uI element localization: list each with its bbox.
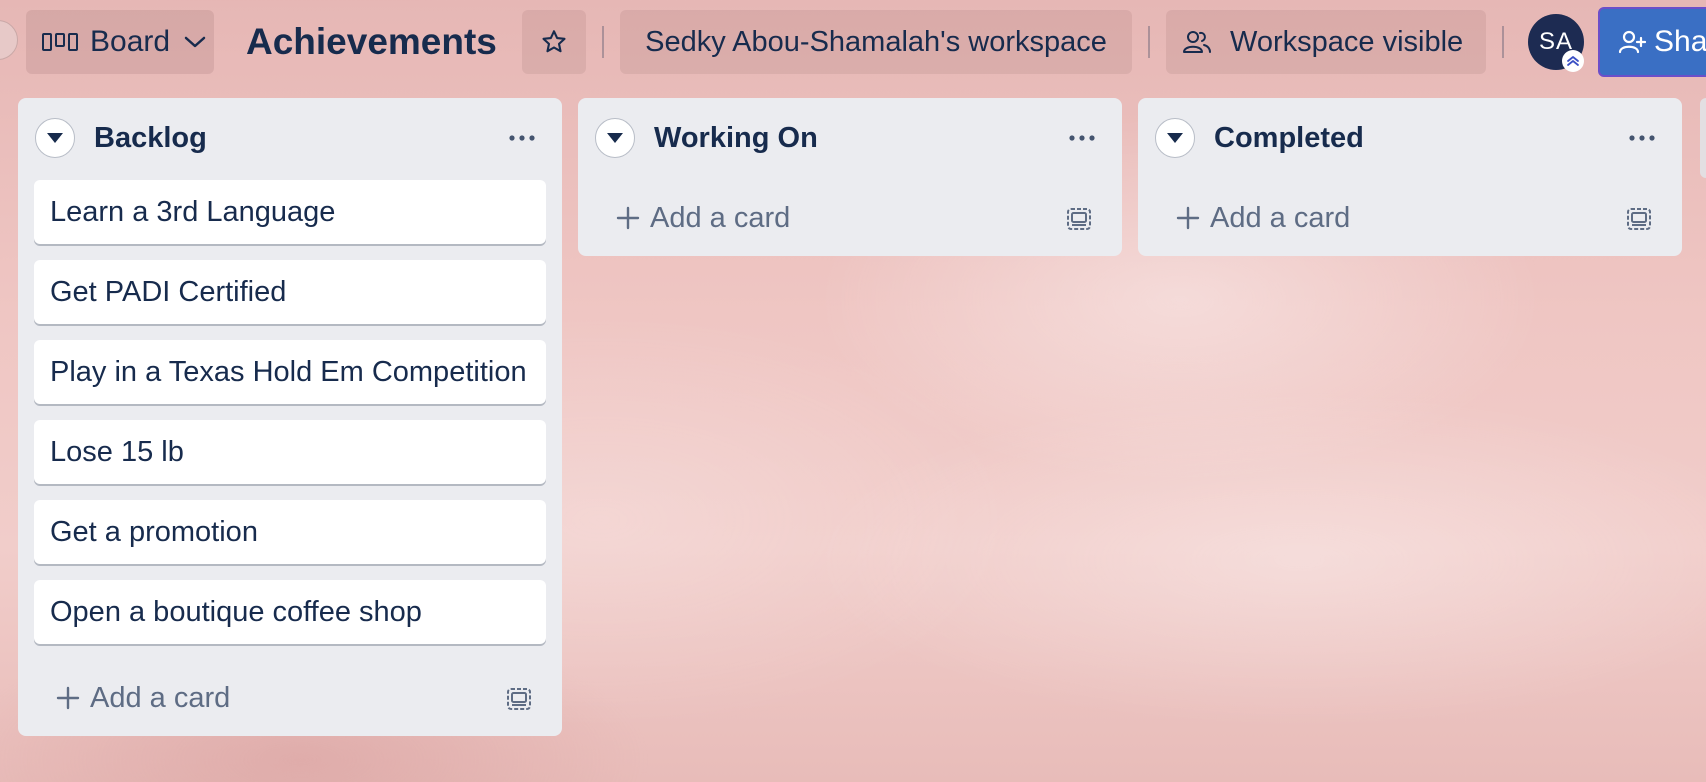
caret-down-icon — [607, 133, 623, 143]
board-header: Board Achievements Sedky Abou-Shamalah's… — [0, 0, 1706, 84]
card[interactable]: Get PADI Certified — [34, 260, 546, 324]
list-working-on: Working On Add a card — [578, 98, 1122, 256]
star-board-button[interactable] — [522, 10, 586, 74]
create-from-template-button[interactable] — [504, 684, 534, 714]
view-switcher-label: Board — [90, 25, 171, 58]
create-from-template-button[interactable] — [1064, 204, 1094, 234]
header-divider — [1148, 26, 1150, 58]
plus-icon — [56, 686, 80, 710]
card[interactable]: Lose 15 lb — [34, 420, 546, 484]
plus-icon — [1176, 206, 1200, 230]
more-icon — [1629, 135, 1655, 141]
caret-down-icon — [47, 133, 63, 143]
add-card-label: Add a card — [650, 201, 791, 234]
create-from-template-button[interactable] — [1624, 204, 1654, 234]
template-icon — [1627, 208, 1651, 230]
add-card-row: Add a card — [18, 660, 562, 736]
workspace-button[interactable]: Sedky Abou-Shamalah's workspace — [620, 10, 1132, 74]
list-title[interactable]: Backlog — [94, 120, 207, 156]
add-card-label: Add a card — [1210, 201, 1351, 234]
plus-icon — [616, 206, 640, 230]
add-card-row: Add a card — [578, 180, 1122, 256]
collapse-list-button[interactable] — [595, 118, 635, 158]
caret-down-icon — [1167, 133, 1183, 143]
list-completed: Completed Add a card — [1138, 98, 1682, 256]
list-menu-button[interactable] — [1622, 122, 1662, 154]
card-list: Learn a 3rd Language Get PADI Certified … — [18, 180, 562, 644]
card[interactable]: Get a promotion — [34, 500, 546, 564]
list-header: Backlog — [18, 98, 562, 180]
add-card-button[interactable]: Add a card — [56, 678, 230, 718]
share-label: Sha — [1654, 25, 1706, 58]
view-switcher-button[interactable]: Board — [26, 10, 214, 74]
admin-badge-icon — [1562, 50, 1584, 72]
star-icon — [542, 30, 566, 53]
add-person-icon — [1618, 30, 1646, 54]
template-icon — [507, 688, 531, 710]
share-button[interactable]: Sha — [1598, 7, 1706, 77]
board-title[interactable]: Achievements — [246, 18, 497, 66]
list-header: Working On — [578, 98, 1122, 180]
collapse-list-button[interactable] — [1155, 118, 1195, 158]
card[interactable]: Open a boutique coffee shop — [34, 580, 546, 644]
header-divider — [602, 26, 604, 58]
list-menu-button[interactable] — [1062, 122, 1102, 154]
list-menu-button[interactable] — [502, 122, 542, 154]
list-backlog: Backlog Learn a 3rd Language Get PADI Ce… — [18, 98, 562, 736]
chevron-down-icon — [184, 36, 206, 48]
card[interactable]: Learn a 3rd Language — [34, 180, 546, 244]
visibility-button[interactable]: Workspace visible — [1166, 10, 1486, 74]
header-divider — [1502, 26, 1504, 58]
visibility-label: Workspace visible — [1230, 25, 1464, 58]
list-header: Completed — [1138, 98, 1682, 180]
add-card-button[interactable]: Add a card — [1176, 198, 1350, 238]
add-card-row: Add a card — [1138, 180, 1682, 256]
add-card-button[interactable]: Add a card — [616, 198, 790, 238]
collapse-list-button[interactable] — [35, 118, 75, 158]
card[interactable]: Play in a Texas Hold Em Competition — [34, 340, 546, 404]
sidebar-toggle-button[interactable] — [0, 20, 18, 60]
add-card-label: Add a card — [90, 681, 231, 714]
add-another-list-button[interactable] — [1700, 98, 1706, 178]
list-title[interactable]: Working On — [654, 120, 818, 156]
people-icon — [1183, 31, 1211, 53]
list-title[interactable]: Completed — [1214, 120, 1364, 156]
template-icon — [1067, 208, 1091, 230]
board-view-icon — [42, 33, 78, 51]
more-icon — [509, 135, 535, 141]
more-icon — [1069, 135, 1095, 141]
